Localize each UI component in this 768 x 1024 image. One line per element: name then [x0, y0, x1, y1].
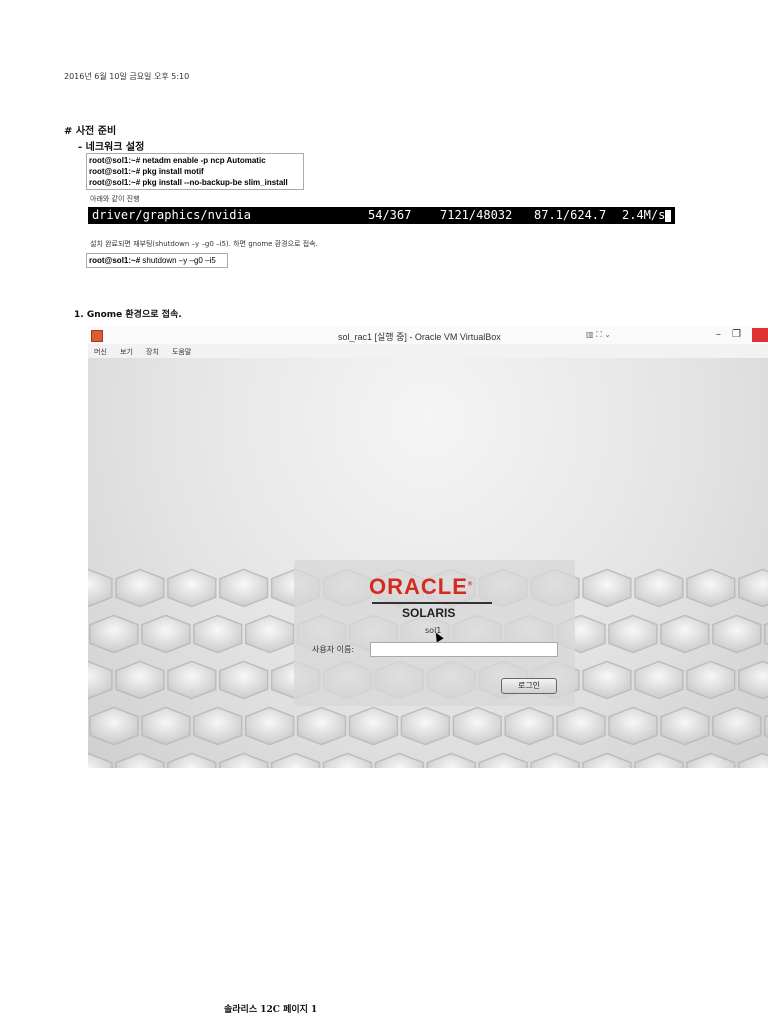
hexagon-tile: [88, 568, 113, 608]
command-box: root@sol1:~# netadm enable -p ncp Automa…: [86, 153, 304, 190]
vm-menubar: 머신 보기 장치 도움말: [88, 344, 768, 359]
hexagon-tile: [634, 660, 684, 700]
hexagon-tile: [193, 706, 243, 746]
oracle-logo: ORACLE®: [369, 574, 474, 599]
shutdown-command-box: root@sol1:~# shutdown –y –g0 –i5: [86, 253, 228, 268]
shutdown-prompt: root@sol1:~#: [89, 256, 141, 265]
hexagon-tile: [219, 660, 269, 700]
hexagon-tile: [712, 614, 762, 654]
hexagon-tile: [89, 614, 139, 654]
step-1-heading: 1. Gnome 환경으로 접속.: [74, 310, 182, 320]
hexagon-tile: [88, 752, 113, 768]
menu-machine[interactable]: 머신: [94, 347, 107, 357]
hexagon-tile: [582, 568, 632, 608]
hexagon-tile: [504, 706, 554, 746]
hexagon-tile: [88, 660, 113, 700]
hexagon-tile: [167, 660, 217, 700]
terminal-size: 87.1/624.7: [534, 208, 607, 222]
mouse-cursor-icon: [432, 630, 444, 643]
command-line: root@sol1:~# pkg install --no-backup-be …: [89, 178, 288, 187]
hexagon-tile: [400, 706, 451, 746]
command-line: root@sol1:~# pkg install motif: [89, 167, 204, 176]
hexagon-tile: [738, 660, 768, 700]
terminal-progress: driver/graphics/nvidia 54/367 7121/48032…: [88, 207, 675, 224]
hexagon-tile: [556, 706, 606, 746]
terminal-speed: 2.4M/s: [622, 207, 672, 224]
hexagon-tile: [660, 614, 710, 654]
menu-view[interactable]: 보기: [120, 347, 133, 357]
hexagon-tile: [89, 706, 139, 746]
section-title: # 사전 준비: [64, 126, 117, 137]
proceed-note: 아래와 같이 진행: [90, 195, 140, 203]
terminal-cursor: [665, 209, 672, 222]
vm-titlebar: sol_rac1 [실행 중] - Oracle VM VirtualBox ▥…: [88, 326, 768, 345]
hexagon-tile: [244, 614, 295, 654]
hexagon-tile: [115, 660, 165, 700]
hexagon-tile: [634, 752, 684, 768]
hexagon-tile: [686, 660, 736, 700]
menu-help[interactable]: 도움말: [172, 347, 191, 357]
hexagon-tile: [452, 706, 502, 746]
hexagon-tile: [634, 568, 684, 608]
hexagon-tile: [738, 752, 768, 768]
shutdown-command: shutdown –y –g0 –i5: [140, 256, 216, 265]
hexagon-tile: [478, 752, 528, 768]
vm-screenshot: sol_rac1 [실행 중] - Oracle VM VirtualBox ▥…: [88, 326, 768, 768]
guest-screen: ORACLE® SOLARIS sol1 사용자 이름: 로그인: [88, 358, 768, 768]
hexagon-tile: [322, 752, 373, 768]
hexagon-tile: [296, 706, 347, 746]
hexagon-tile: [270, 752, 321, 768]
hexagon-tile: [115, 568, 165, 608]
hexagon-tile: [219, 568, 269, 608]
hexagon-tile: [660, 706, 710, 746]
hexagon-tile: [530, 752, 580, 768]
hexagon-tile: [167, 752, 217, 768]
terminal-count: 54/367: [368, 208, 412, 222]
terminal-files: 7121/48032: [440, 208, 513, 222]
hexagon-tile: [348, 706, 399, 746]
hexagon-tile: [582, 752, 632, 768]
hexagon-tile: [244, 706, 295, 746]
command-line: root@sol1:~# netadm enable -p ncp Automa…: [89, 156, 266, 165]
username-label: 사용자 이름:: [312, 645, 355, 654]
toolbar-icons[interactable]: ▥ ⛶ ⌄: [586, 330, 611, 340]
hexagon-tile: [426, 752, 476, 768]
document-date: 2016년 6월 10일 금요일 오후 5:10: [64, 72, 190, 81]
solaris-logo: SOLARIS: [402, 606, 456, 620]
hexagon-tile: [738, 568, 768, 608]
minimize-icon[interactable]: –: [716, 329, 721, 340]
logo-divider: [372, 602, 492, 604]
hexagon-tile: [608, 614, 658, 654]
hexagon-tile: [608, 706, 658, 746]
hexagon-tile: [374, 752, 425, 768]
menu-devices[interactable]: 장치: [146, 347, 159, 357]
reboot-note: 설치 완료되면 재부팅(shutdown –y –g0 –i5). 하면 gno…: [90, 240, 318, 248]
hexagon-tile: [712, 706, 762, 746]
virtualbox-app-icon: [91, 330, 103, 342]
hexagon-tile: [686, 568, 736, 608]
login-panel: ORACLE® SOLARIS sol1 사용자 이름: 로그인: [294, 560, 575, 706]
hexagon-tile: [219, 752, 269, 768]
hexagon-tile: [167, 568, 217, 608]
username-input[interactable]: [370, 642, 558, 657]
hexagon-tile: [686, 752, 736, 768]
terminal-package: driver/graphics/nvidia: [92, 208, 251, 222]
network-setup-item: - 네크워크 설정: [78, 142, 145, 153]
hexagon-tile: [141, 706, 191, 746]
restore-icon[interactable]: ❐: [732, 329, 741, 340]
hexagon-tile: [193, 614, 243, 654]
vm-window-title: sol_rac1 [실행 중] - Oracle VM VirtualBox: [338, 332, 501, 342]
close-button[interactable]: [752, 328, 768, 342]
hexagon-tile: [115, 752, 165, 768]
hexagon-tile: [582, 660, 632, 700]
hexagon-tile: [141, 614, 191, 654]
page-footer: 솔라리스 12C 페이지 1: [224, 1005, 318, 1015]
login-button[interactable]: 로그인: [501, 678, 557, 694]
